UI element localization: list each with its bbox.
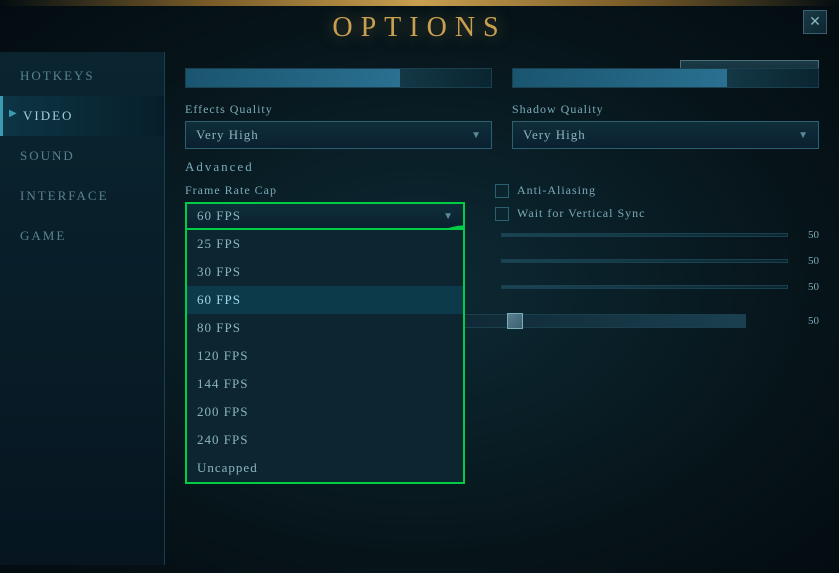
effects-slider-col [185, 68, 492, 94]
sidebar-item-interface[interactable]: INTERFACE [0, 176, 164, 216]
effects-slider-bar [185, 68, 492, 88]
sidebar-item-game[interactable]: GAME [0, 216, 164, 256]
advanced-label: Advanced [185, 159, 254, 175]
shadow-quality-label: Shadow Quality [512, 102, 819, 117]
shadow-quality-arrow-icon: ▼ [798, 130, 808, 141]
color-contrast-handle[interactable] [507, 313, 523, 329]
shadow-quality-col: Shadow Quality Very High ▼ [512, 102, 819, 149]
sidebar-item-label: HOTKEYS [20, 68, 95, 83]
page-title: OPTIONS [332, 12, 506, 43]
fps-option-120[interactable]: 120 FPS [187, 342, 463, 370]
page-background: OPTIONS ✕ HOTKEYS VIDEO SOUND INTERFACE … [0, 0, 839, 573]
sidebar-item-hotkeys[interactable]: HOTKEYS [0, 56, 164, 96]
title-bar: OPTIONS ✕ [0, 0, 839, 52]
shadow-slider-bar [512, 68, 819, 88]
top-sliders-row [185, 68, 819, 94]
effects-quality-value: Very High [196, 127, 259, 143]
sidebar-item-label: VIDEO [23, 108, 73, 123]
frame-rate-dropdown-container: 60 FPS ▼ 25 FPS 30 FPS 6 [185, 202, 465, 230]
sidebar-item-sound[interactable]: SOUND [0, 136, 164, 176]
right-sliders: 50 50 50 [495, 229, 819, 293]
close-button[interactable]: ✕ [803, 10, 827, 34]
slider-b-track[interactable] [501, 259, 788, 263]
frame-rate-selected-value: 60 FPS [197, 208, 241, 224]
slider-a-track[interactable] [501, 233, 788, 237]
slider-a-row: 50 [495, 229, 819, 241]
sidebar-item-video[interactable]: VIDEO [0, 96, 164, 136]
shadow-quality-value: Very High [523, 127, 586, 143]
slider-b-row: 50 [495, 255, 819, 267]
right-options-col: Anti-Aliasing Wait for Vertical Sync 50 [485, 183, 819, 307]
effects-slider-fill [186, 69, 400, 87]
shadow-quality-dropdown[interactable]: Very High ▼ [512, 121, 819, 149]
color-contrast-value: 50 [794, 315, 819, 327]
frame-rate-row: Frame Rate Cap 60 FPS ▼ 25 FPS [185, 183, 819, 307]
frame-rate-dropdown-selected[interactable]: 60 FPS ▼ [185, 202, 465, 230]
sidebar-item-label: INTERFACE [20, 188, 109, 203]
shadow-slider-col [512, 68, 819, 94]
anti-aliasing-checkbox[interactable] [495, 184, 509, 198]
advanced-section-title: Advanced [185, 159, 819, 175]
sidebar-item-label: GAME [20, 228, 66, 243]
sidebar-item-label: SOUND [20, 148, 75, 163]
sidebar: HOTKEYS VIDEO SOUND INTERFACE GAME [0, 52, 165, 565]
shadow-slider-fill [513, 69, 727, 87]
effects-quality-dropdown[interactable]: Very High ▼ [185, 121, 492, 149]
fps-option-144[interactable]: 144 FPS [187, 370, 463, 398]
main-layout: HOTKEYS VIDEO SOUND INTERFACE GAME Resto… [0, 52, 839, 565]
vsync-label: Wait for Vertical Sync [517, 206, 645, 221]
fps-option-uncapped[interactable]: Uncapped [187, 454, 463, 482]
frame-rate-col: Frame Rate Cap 60 FPS ▼ 25 FPS [185, 183, 465, 307]
anti-aliasing-label: Anti-Aliasing [517, 183, 596, 198]
effects-quality-arrow-icon: ▼ [471, 130, 481, 141]
vsync-row: Wait for Vertical Sync [495, 206, 819, 221]
effects-quality-col: Effects Quality Very High ▼ [185, 102, 492, 149]
frame-rate-dropdown-list: 25 FPS 30 FPS 60 FPS 80 FPS [185, 230, 465, 484]
effects-quality-label: Effects Quality [185, 102, 492, 117]
quality-dropdowns-row: Effects Quality Very High ▼ Shadow Quali… [185, 102, 819, 149]
fps-option-25[interactable]: 25 FPS [187, 230, 463, 258]
vsync-checkbox[interactable] [495, 207, 509, 221]
fps-option-200[interactable]: 200 FPS [187, 398, 463, 426]
fps-option-60[interactable]: 60 FPS [187, 286, 463, 314]
slider-c-row: 50 [495, 281, 819, 293]
slider-a-value: 50 [794, 229, 819, 241]
fps-option-240[interactable]: 240 FPS [187, 426, 463, 454]
slider-c-track[interactable] [501, 285, 788, 289]
fps-option-80[interactable]: 80 FPS [187, 314, 463, 342]
fps-option-30[interactable]: 30 FPS [187, 258, 463, 286]
slider-b-value: 50 [794, 255, 819, 267]
content-area: Restore Defaults Effects Quality [165, 52, 839, 565]
frame-rate-label: Frame Rate Cap [185, 183, 465, 198]
slider-c-value: 50 [794, 281, 819, 293]
frame-rate-arrow-icon: ▼ [443, 211, 453, 222]
anti-aliasing-row: Anti-Aliasing [495, 183, 819, 198]
